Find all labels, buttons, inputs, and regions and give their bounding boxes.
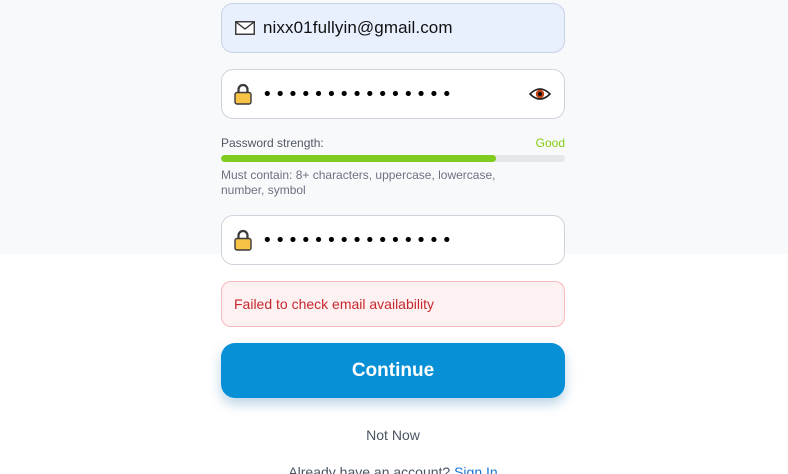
password-strength-bar [221,155,565,162]
password-requirements: Must contain: 8+ characters, uppercase, … [221,168,496,197]
not-now-button[interactable]: Not Now [221,427,565,443]
signin-link[interactable]: Sign In [454,464,498,474]
error-message: Failed to check email availability [234,296,434,312]
email-field[interactable]: nixx01fullyin@gmail.com [221,3,565,53]
password-field[interactable]: ••••••••••••••• [221,69,565,119]
password-strength-value: Good [535,136,565,150]
error-alert: Failed to check email availability [221,281,565,327]
lock-icon [234,229,252,251]
email-value: nixx01fullyin@gmail.com [263,18,453,37]
envelope-icon [235,21,255,35]
lock-icon [234,83,252,105]
password-value: ••••••••••••••• [262,83,455,105]
confirm-password-value: ••••••••••••••• [262,229,455,251]
signin-prompt-text: Already have an account? [288,464,455,474]
eye-icon[interactable] [528,84,552,104]
signin-prompt: Already have an account? Sign In [221,464,565,474]
password-strength-fill [221,155,497,162]
password-strength-label: Password strength: [221,136,324,150]
signup-page: nixx01fullyin@gmail.com ••••••••••••••• … [0,0,788,474]
continue-button[interactable]: Continue [221,343,565,398]
confirm-password-field[interactable]: ••••••••••••••• [221,215,565,265]
